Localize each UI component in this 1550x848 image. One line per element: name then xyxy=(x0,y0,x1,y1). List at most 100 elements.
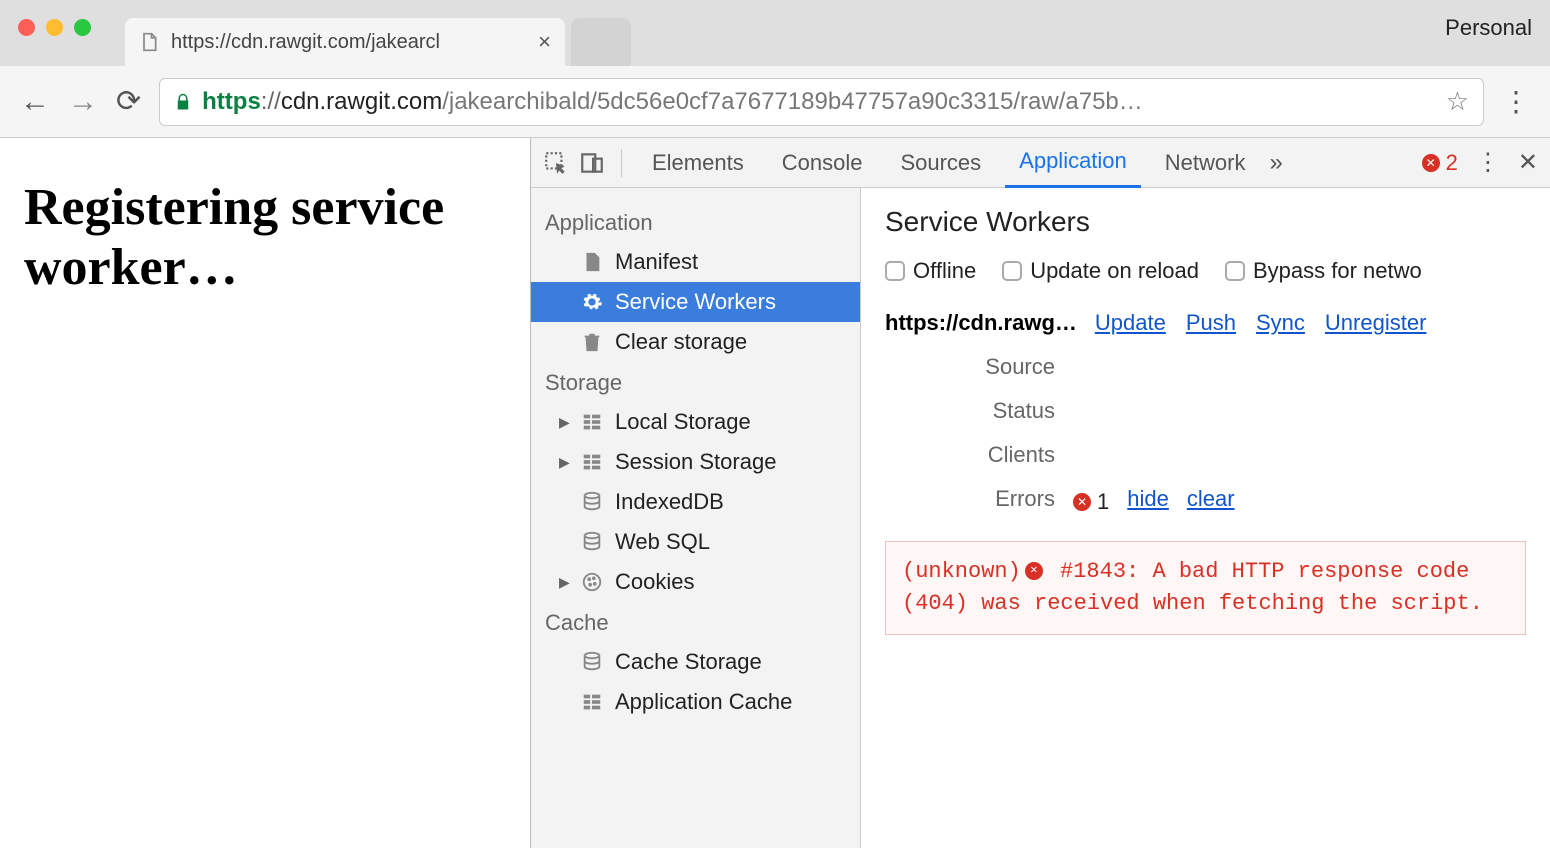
bookmark-star-icon[interactable]: ☆ xyxy=(1446,86,1469,117)
application-sidebar: Application Manifest Service Workers Cle… xyxy=(531,188,861,848)
address-bar[interactable]: https://cdn.rawgit.com/jakearchibald/5dc… xyxy=(159,78,1484,126)
sw-status-row: Status xyxy=(885,398,1526,424)
devtools-menu-button[interactable]: ⋮ xyxy=(1476,148,1500,177)
close-window-button[interactable] xyxy=(18,19,35,36)
disclosure-triangle-icon: ▶ xyxy=(559,454,569,471)
new-tab-button[interactable] xyxy=(571,18,631,66)
database-icon xyxy=(581,491,603,513)
devtools: Elements Console Sources Application Net… xyxy=(530,138,1550,848)
sidebar-item-service-workers[interactable]: Service Workers xyxy=(531,282,860,322)
sw-sync-link[interactable]: Sync xyxy=(1256,310,1305,336)
panel-title: Service Workers xyxy=(885,206,1526,238)
bypass-for-network-checkbox[interactable]: Bypass for netwo xyxy=(1225,258,1422,284)
sidebar-item-websql[interactable]: Web SQL xyxy=(531,522,860,562)
trash-icon xyxy=(581,331,603,353)
maximize-window-button[interactable] xyxy=(74,19,91,36)
database-icon xyxy=(581,531,603,553)
browser-tab-active[interactable]: https://cdn.rawgit.com/jakearcl × xyxy=(125,18,565,66)
sidebar-item-label: Cache Storage xyxy=(615,649,762,675)
database-icon xyxy=(581,651,603,673)
page-body: Registering service worker… xyxy=(0,138,530,848)
file-icon xyxy=(581,251,603,273)
sidebar-item-indexeddb[interactable]: IndexedDB xyxy=(531,482,860,522)
back-button[interactable]: ← xyxy=(20,85,50,119)
sidebar-item-label: Web SQL xyxy=(615,529,710,555)
sidebar-item-label: Cookies xyxy=(615,569,694,595)
url-sep: :// xyxy=(261,88,281,116)
profile-label[interactable]: Personal xyxy=(1445,15,1532,41)
sidebar-item-label: Service Workers xyxy=(615,289,776,315)
update-on-reload-checkbox[interactable]: Update on reload xyxy=(1002,258,1199,284)
sw-actions: Update Push Sync Unregister xyxy=(1095,310,1427,336)
inspect-icon[interactable] xyxy=(543,150,569,176)
url-path: /jakearchibald/5dc56e0cf7a7677189b47757a… xyxy=(442,88,1143,116)
url-host: cdn.rawgit.com xyxy=(281,88,442,116)
service-worker-options: Offline Update on reload Bypass for netw… xyxy=(885,258,1526,284)
sidebar-item-application-cache[interactable]: Application Cache xyxy=(531,682,860,722)
minimize-window-button[interactable] xyxy=(46,19,63,36)
sidebar-group-storage: Storage xyxy=(531,362,860,402)
sidebar-item-label: IndexedDB xyxy=(615,489,724,515)
sw-scope-row: https://cdn.rawg… Update Push Sync Unreg… xyxy=(885,310,1526,336)
tab-application[interactable]: Application xyxy=(1005,138,1141,188)
sidebar-item-label: Local Storage xyxy=(615,409,751,435)
sw-errors-row: Errors ✕ 1 hide clear xyxy=(885,486,1526,515)
error-icon: ✕ xyxy=(1422,154,1440,172)
grid-icon xyxy=(581,691,603,713)
reload-button[interactable]: ⟳ xyxy=(116,84,141,119)
error-icon: ✕ xyxy=(1025,562,1043,580)
sw-clients-row: Clients xyxy=(885,442,1526,468)
browser-menu-button[interactable]: ⋮ xyxy=(1502,85,1530,118)
sidebar-group-cache: Cache xyxy=(531,602,860,642)
error-counter[interactable]: ✕ 2 xyxy=(1422,150,1458,176)
grid-icon xyxy=(581,451,603,473)
sw-errors-clear-link[interactable]: clear xyxy=(1187,486,1235,512)
sidebar-item-label: Session Storage xyxy=(615,449,776,475)
sidebar-item-manifest[interactable]: Manifest xyxy=(531,242,860,282)
devtools-tabbar: Elements Console Sources Application Net… xyxy=(531,138,1550,188)
sidebar-item-cookies[interactable]: ▶ Cookies xyxy=(531,562,860,602)
sw-push-link[interactable]: Push xyxy=(1186,310,1236,336)
devtools-body: Application Manifest Service Workers Cle… xyxy=(531,188,1550,848)
tab-network[interactable]: Network xyxy=(1151,138,1260,188)
sw-error-message: (unknown)✕ #1843: A bad HTTP response co… xyxy=(885,541,1526,635)
cookie-icon xyxy=(581,571,603,593)
service-workers-panel: Service Workers Offline Update on reload… xyxy=(861,188,1550,848)
sidebar-item-label: Application Cache xyxy=(615,689,792,715)
error-source: (unknown) xyxy=(902,559,1021,584)
sw-unregister-link[interactable]: Unregister xyxy=(1325,310,1426,336)
content-area: Registering service worker… Elements Con… xyxy=(0,138,1550,848)
forward-button[interactable]: → xyxy=(68,85,98,119)
close-tab-button[interactable]: × xyxy=(538,29,551,55)
error-icon: ✕ xyxy=(1073,493,1091,511)
offline-checkbox[interactable]: Offline xyxy=(885,258,976,284)
gear-icon xyxy=(581,291,603,313)
url-scheme: https xyxy=(202,88,261,116)
disclosure-triangle-icon: ▶ xyxy=(559,414,569,431)
sw-scope: https://cdn.rawg… xyxy=(885,310,1077,336)
sidebar-item-session-storage[interactable]: ▶ Session Storage xyxy=(531,442,860,482)
sw-errors-hide-link[interactable]: hide xyxy=(1127,486,1169,512)
file-icon xyxy=(139,30,159,54)
disclosure-triangle-icon: ▶ xyxy=(559,574,569,591)
sidebar-item-cache-storage[interactable]: Cache Storage xyxy=(531,642,860,682)
tab-elements[interactable]: Elements xyxy=(638,138,758,188)
error-count-value: 2 xyxy=(1446,150,1458,176)
sw-update-link[interactable]: Update xyxy=(1095,310,1166,336)
tab-title: https://cdn.rawgit.com/jakearcl xyxy=(171,31,440,54)
sidebar-item-clear-storage[interactable]: Clear storage xyxy=(531,322,860,362)
page-heading: Registering service worker… xyxy=(24,178,506,298)
sw-error-count: ✕ 1 xyxy=(1073,489,1109,515)
devtools-close-button[interactable]: ✕ xyxy=(1518,148,1538,177)
sidebar-group-application: Application xyxy=(531,202,860,242)
sw-source-row: Source xyxy=(885,354,1526,380)
tab-console[interactable]: Console xyxy=(768,138,877,188)
tab-sources[interactable]: Sources xyxy=(886,138,995,188)
grid-icon xyxy=(581,411,603,433)
browser-tab-strip: https://cdn.rawgit.com/jakearcl × Person… xyxy=(0,0,1550,66)
divider xyxy=(621,149,622,177)
sidebar-item-local-storage[interactable]: ▶ Local Storage xyxy=(531,402,860,442)
sidebar-item-label: Clear storage xyxy=(615,329,747,355)
tabs-overflow-button[interactable]: » xyxy=(1269,149,1282,177)
device-toolbar-icon[interactable] xyxy=(579,150,605,176)
